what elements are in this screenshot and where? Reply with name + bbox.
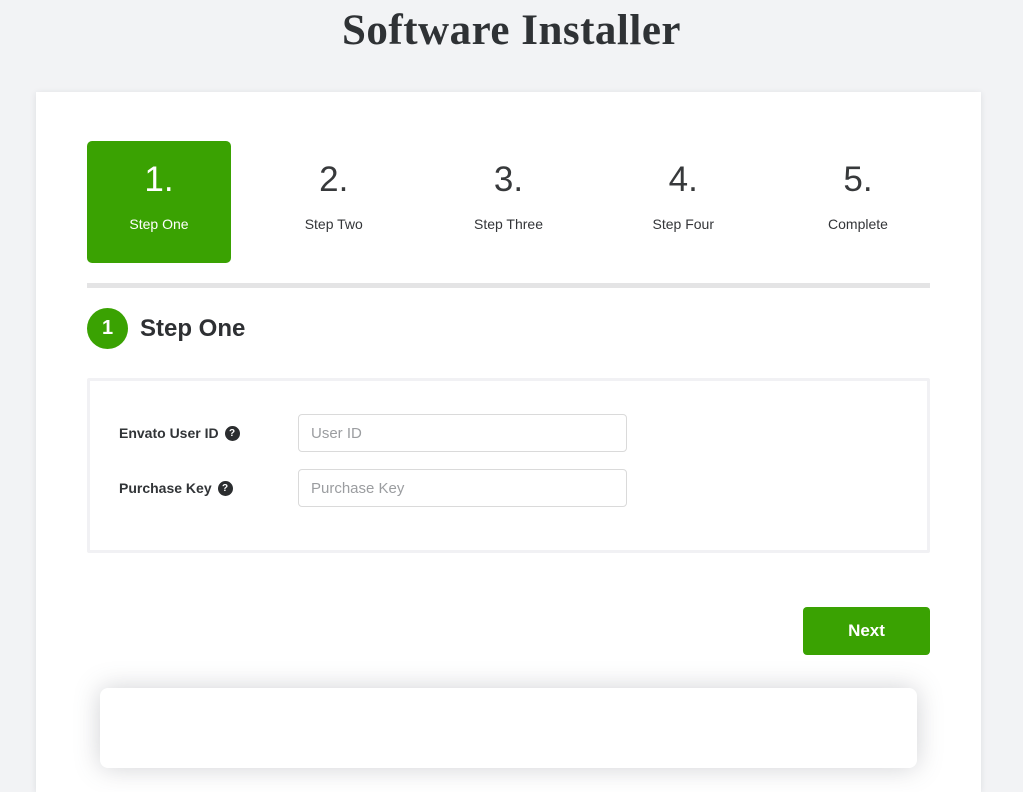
section-heading: 1 Step One (87, 308, 930, 349)
step-indicator-two: 2. Step Two (262, 141, 406, 263)
section-title: Step One (140, 315, 245, 343)
step-indicator-complete: 5. Complete (786, 141, 930, 263)
purchase-key-label: Purchase Key ? (119, 480, 298, 496)
form-row-envato-user-id: Envato User ID ? (119, 414, 927, 452)
form-row-purchase-key: Purchase Key ? (119, 469, 927, 507)
envato-user-id-label-text: Envato User ID (119, 425, 219, 441)
form-actions: Next (87, 607, 930, 655)
step-label: Step One (87, 216, 231, 232)
step-label: Complete (786, 216, 930, 232)
envato-user-id-label: Envato User ID ? (119, 425, 298, 441)
envato-user-id-input[interactable] (298, 414, 627, 452)
step-number-badge: 1 (87, 308, 128, 349)
step-progress-bar: 1. Step One 2. Step Two 3. Step Three 4.… (87, 141, 930, 263)
steps-divider (87, 283, 930, 288)
step-label: Step Three (437, 216, 581, 232)
step-number: 5. (786, 161, 930, 200)
step-label: Step Four (611, 216, 755, 232)
page-title: Software Installer (0, 0, 1023, 55)
next-section-panel-peek (100, 688, 917, 768)
step-number: 1. (87, 161, 231, 200)
question-circle-icon[interactable]: ? (218, 481, 233, 496)
step-one-form-panel: Envato User ID ? Purchase Key ? (87, 378, 930, 553)
step-label: Step Two (262, 216, 406, 232)
installer-card: 1. Step One 2. Step Two 3. Step Three 4.… (36, 92, 981, 792)
step-indicator-three: 3. Step Three (437, 141, 581, 263)
step-number: 2. (262, 161, 406, 200)
step-number: 3. (437, 161, 581, 200)
purchase-key-input[interactable] (298, 469, 627, 507)
step-indicator-four: 4. Step Four (611, 141, 755, 263)
question-circle-icon[interactable]: ? (225, 426, 240, 441)
step-indicator-one: 1. Step One (87, 141, 231, 263)
next-button[interactable]: Next (803, 607, 930, 655)
purchase-key-label-text: Purchase Key (119, 480, 212, 496)
step-number: 4. (611, 161, 755, 200)
